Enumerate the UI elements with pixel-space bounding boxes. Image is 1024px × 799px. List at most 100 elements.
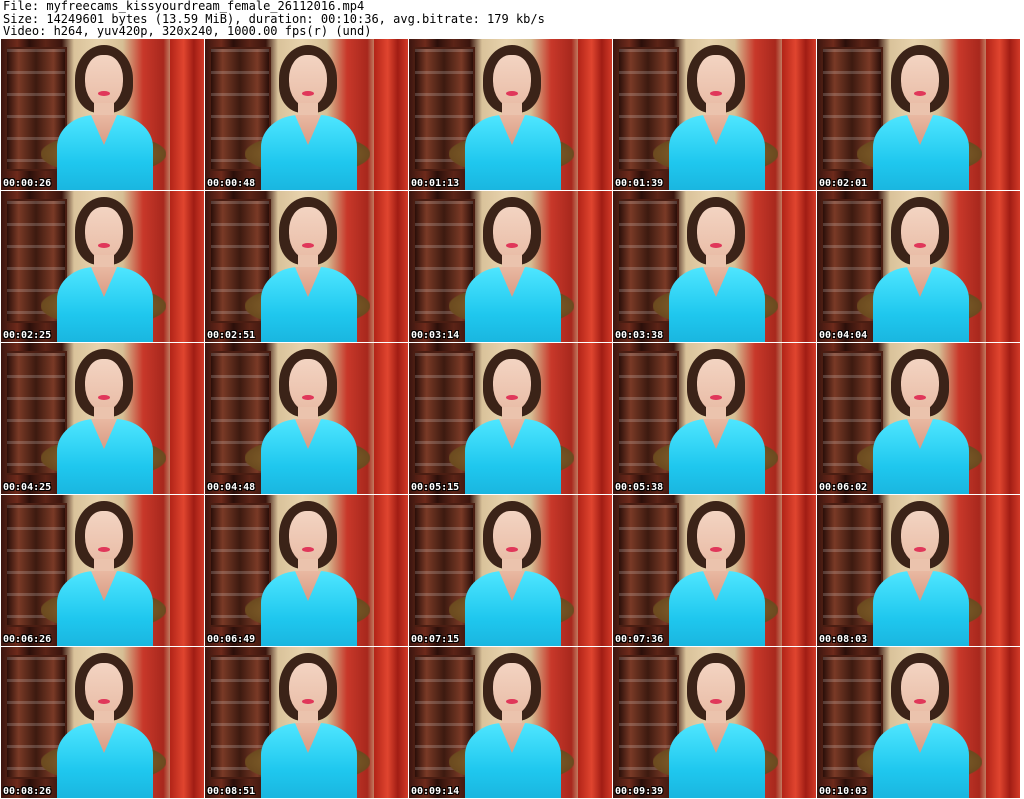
video-thumbnail: 00:03:14 [409,191,612,342]
video-thumbnail: 00:04:04 [817,191,1020,342]
thumbnail-lips [302,395,314,400]
thumbnail-curtain [986,343,1020,494]
thumbnail-face [697,207,735,259]
thumbnail-timestamp: 00:07:36 [615,634,664,645]
thumbnail-curtain [374,343,408,494]
thumbnail-curtain [170,343,204,494]
thumbnail-curtain [782,647,816,798]
thumbnail-timestamp: 00:04:48 [207,482,256,493]
thumbnail-lips [98,243,110,248]
file-info-header: File: myfreecams_kissyourdream_female_26… [3,0,1021,38]
thumbnail-curtain [374,647,408,798]
thumbnail-lips [506,699,518,704]
thumbnail-timestamp: 00:00:48 [207,178,256,189]
thumbnail-timestamp: 00:01:13 [411,178,460,189]
thumbnail-lips [506,243,518,248]
thumbnail-lips [506,395,518,400]
thumbnail-timestamp: 00:09:14 [411,786,460,797]
thumbnail-face [493,207,531,259]
video-thumbnail: 00:03:38 [613,191,816,342]
thumbnail-timestamp: 00:02:25 [3,330,52,341]
thumbnail-lips [710,547,722,552]
thumbnail-curtain [578,39,612,190]
video-thumbnail: 00:10:03 [817,647,1020,798]
video-thumbnail: 00:02:01 [817,39,1020,190]
thumbnail-curtain [578,191,612,342]
thumbnail-lips [710,243,722,248]
thumbnail-curtain [170,647,204,798]
thumbnail-timestamp: 00:01:39 [615,178,664,189]
thumbnail-face [493,359,531,411]
thumbnail-face [85,55,123,107]
thumbnail-lips [98,395,110,400]
video-thumbnail: 00:04:48 [205,343,408,494]
thumbnail-curtain [170,39,204,190]
video-thumbnail: 00:08:51 [205,647,408,798]
thumbnail-timestamp: 00:03:14 [411,330,460,341]
thumbnail-curtain [782,343,816,494]
thumbnail-face [493,663,531,715]
thumbnail-curtain [782,191,816,342]
thumbnail-timestamp: 00:05:15 [411,482,460,493]
thumbnail-timestamp: 00:04:04 [819,330,868,341]
video-thumbnail: 00:01:13 [409,39,612,190]
thumbnail-face [85,359,123,411]
thumbnail-curtain [578,495,612,646]
thumbnail-lips [302,699,314,704]
thumbnail-face [697,359,735,411]
thumbnail-lips [914,395,926,400]
thumbnail-lips [302,91,314,96]
thumbnail-face [493,511,531,563]
thumbnail-face [493,55,531,107]
thumbnail-curtain [374,191,408,342]
thumbnail-curtain [578,647,612,798]
video-thumbnail: 00:07:15 [409,495,612,646]
thumbnail-timestamp: 00:10:03 [819,786,868,797]
thumbnail-face [289,359,327,411]
video-info-line: Video: h264, yuv420p, 320x240, 1000.00 f… [3,24,372,39]
thumbnail-timestamp: 00:03:38 [615,330,664,341]
thumbnail-curtain [986,191,1020,342]
thumbnail-face [85,207,123,259]
thumbnail-lips [98,699,110,704]
thumbnail-lips [914,699,926,704]
video-thumbnail: 00:00:26 [1,39,204,190]
video-thumbnail: 00:06:49 [205,495,408,646]
video-thumbnail: 00:09:14 [409,647,612,798]
video-thumbnail: 00:06:02 [817,343,1020,494]
thumbnail-face [289,207,327,259]
thumbnail-curtain [578,343,612,494]
thumbnail-face [85,663,123,715]
thumbnail-lips [98,91,110,96]
thumbnail-face [901,511,939,563]
thumbnail-timestamp: 00:06:02 [819,482,868,493]
thumbnail-face [901,359,939,411]
thumbnail-timestamp: 00:05:38 [615,482,664,493]
thumbnail-timestamp: 00:08:51 [207,786,256,797]
thumbnail-curtain [986,495,1020,646]
thumbnail-face [901,55,939,107]
thumbnail-face [901,663,939,715]
video-thumbnail: 00:07:36 [613,495,816,646]
video-thumbnail: 00:05:15 [409,343,612,494]
thumbnail-lips [506,547,518,552]
thumbnail-lips [302,547,314,552]
thumbnail-lips [710,699,722,704]
thumbnail-timestamp: 00:04:25 [3,482,52,493]
video-thumbnail: 00:02:51 [205,191,408,342]
thumbnail-curtain [374,39,408,190]
thumbnail-timestamp: 00:08:26 [3,786,52,797]
thumbnail-face [901,207,939,259]
thumbnail-curtain [782,39,816,190]
video-thumbnail: 00:05:38 [613,343,816,494]
thumbnail-lips [710,91,722,96]
thumbnail-curtain [374,495,408,646]
video-thumbnail: 00:01:39 [613,39,816,190]
video-thumbnail: 00:02:25 [1,191,204,342]
thumbnail-face [289,663,327,715]
thumbnail-lips [710,395,722,400]
thumbnail-curtain [782,495,816,646]
video-thumbnail: 00:06:26 [1,495,204,646]
thumbnail-lips [302,243,314,248]
thumbnail-curtain [986,647,1020,798]
